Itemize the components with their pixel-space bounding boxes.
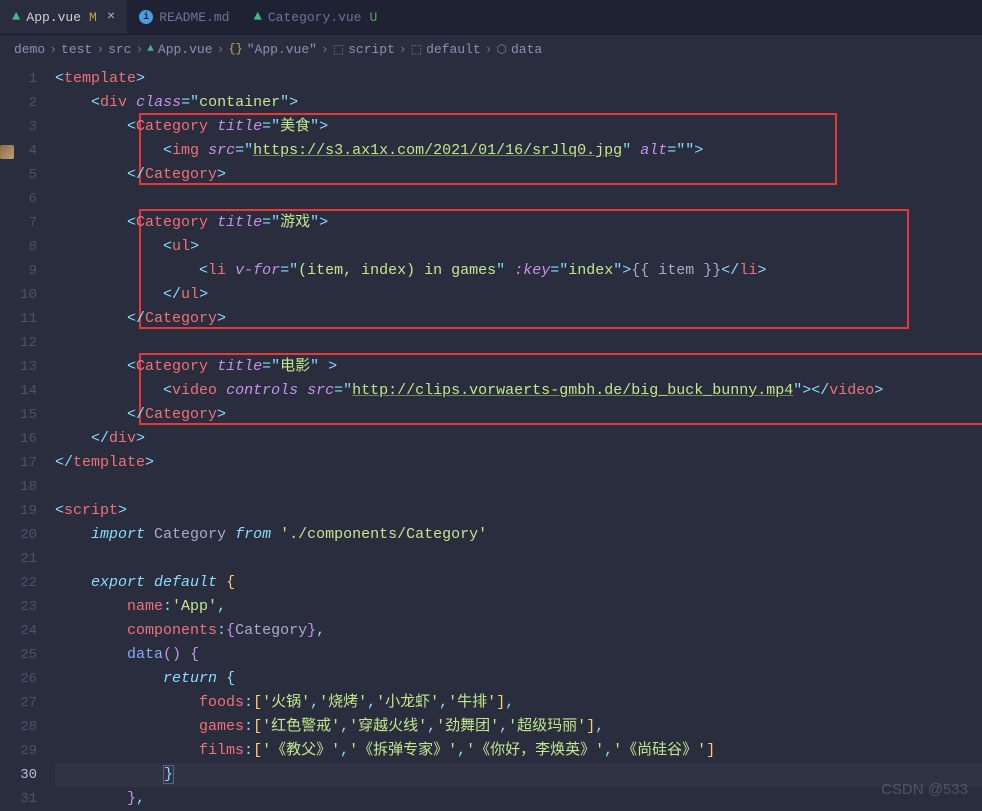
chevron-right-icon: › — [135, 42, 143, 57]
image-preview-thumbnail — [0, 145, 14, 159]
code-line: </template> — [55, 451, 982, 475]
code-editor[interactable]: 1234567891011121314151617181920212223242… — [0, 63, 982, 806]
code-line: <div class="container"> — [55, 91, 982, 115]
close-icon[interactable]: × — [107, 9, 115, 25]
code-line: </Category> — [55, 163, 982, 187]
breadcrumb-item[interactable]: "App.vue" — [247, 42, 317, 57]
chevron-right-icon: › — [217, 42, 225, 57]
code-line: name:'App', — [55, 595, 982, 619]
tab-category-vue[interactable]: ▲ Category.vue U — [241, 0, 389, 34]
code-line: <Category title="电影" > — [55, 355, 982, 379]
code-line — [55, 187, 982, 211]
untracked-badge: U — [369, 10, 377, 25]
breadcrumb[interactable]: demo › test › src › ▲ App.vue › {} "App.vue"… — [0, 35, 982, 63]
code-line: films:['《教父》','《拆弹专家》','《你好，李焕英》','《尚硅谷》… — [55, 739, 982, 763]
tab-label: App.vue — [26, 10, 81, 25]
vue-icon: ▲ — [12, 9, 20, 25]
code-line: data() { — [55, 643, 982, 667]
tab-app-vue[interactable]: ▲ App.vue M × — [0, 0, 127, 34]
braces-icon: {} — [228, 42, 242, 56]
code-line: <ul> — [55, 235, 982, 259]
watermark: CSDN @533 — [881, 781, 968, 798]
chevron-right-icon: › — [49, 42, 57, 57]
code-line: import Category from './components/Categ… — [55, 523, 982, 547]
code-line: </Category> — [55, 403, 982, 427]
breadcrumb-item[interactable]: src — [108, 42, 131, 57]
code-line: }, — [55, 787, 982, 811]
code-area[interactable]: <template> <div class="container"> <Cate… — [55, 63, 982, 806]
chevron-right-icon: › — [399, 42, 407, 57]
code-line: } — [55, 763, 982, 787]
code-line — [55, 331, 982, 355]
breadcrumb-item[interactable]: default — [426, 42, 481, 57]
breadcrumb-item[interactable]: demo — [14, 42, 45, 57]
code-line: <Category title="美食"> — [55, 115, 982, 139]
code-line: <Category title="游戏"> — [55, 211, 982, 235]
cube-icon: ⬡ — [496, 42, 506, 57]
code-line: <script> — [55, 499, 982, 523]
chevron-right-icon: › — [96, 42, 104, 57]
editor-tabs: ▲ App.vue M × i README.md ▲ Category.vue… — [0, 0, 982, 35]
code-line: <li v-for="(item, index) in games" :key=… — [55, 259, 982, 283]
code-line: foods:['火锅','烧烤','小龙虾','牛排'], — [55, 691, 982, 715]
modified-badge: M — [89, 10, 97, 25]
code-line: <video controls src="http://clips.vorwae… — [55, 379, 982, 403]
chevron-right-icon: › — [485, 42, 493, 57]
module-icon: ⬚ — [333, 42, 344, 57]
breadcrumb-item[interactable]: App.vue — [158, 42, 213, 57]
code-line — [55, 475, 982, 499]
code-line: </Category> — [55, 307, 982, 331]
tab-readme[interactable]: i README.md — [127, 0, 241, 34]
tab-label: Category.vue — [268, 10, 362, 25]
info-icon: i — [139, 10, 153, 24]
vue-icon: ▲ — [253, 9, 261, 25]
code-line — [55, 547, 982, 571]
tab-label: README.md — [159, 10, 229, 25]
breadcrumb-item[interactable]: data — [511, 42, 542, 57]
code-line: <template> — [55, 67, 982, 91]
code-line: games:['红色警戒','穿越火线','劲舞团','超级玛丽'], — [55, 715, 982, 739]
breadcrumb-item[interactable]: test — [61, 42, 92, 57]
chevron-right-icon: › — [321, 42, 329, 57]
vue-icon: ▲ — [147, 43, 154, 55]
code-line: </ul> — [55, 283, 982, 307]
code-line: <img src="https://s3.ax1x.com/2021/01/16… — [55, 139, 982, 163]
code-line: </div> — [55, 427, 982, 451]
code-line: components:{Category}, — [55, 619, 982, 643]
line-number-gutter: 1234567891011121314151617181920212223242… — [0, 63, 55, 806]
breadcrumb-item[interactable]: script — [348, 42, 395, 57]
code-line: return { — [55, 667, 982, 691]
module-icon: ⬚ — [411, 42, 422, 57]
code-line: export default { — [55, 571, 982, 595]
